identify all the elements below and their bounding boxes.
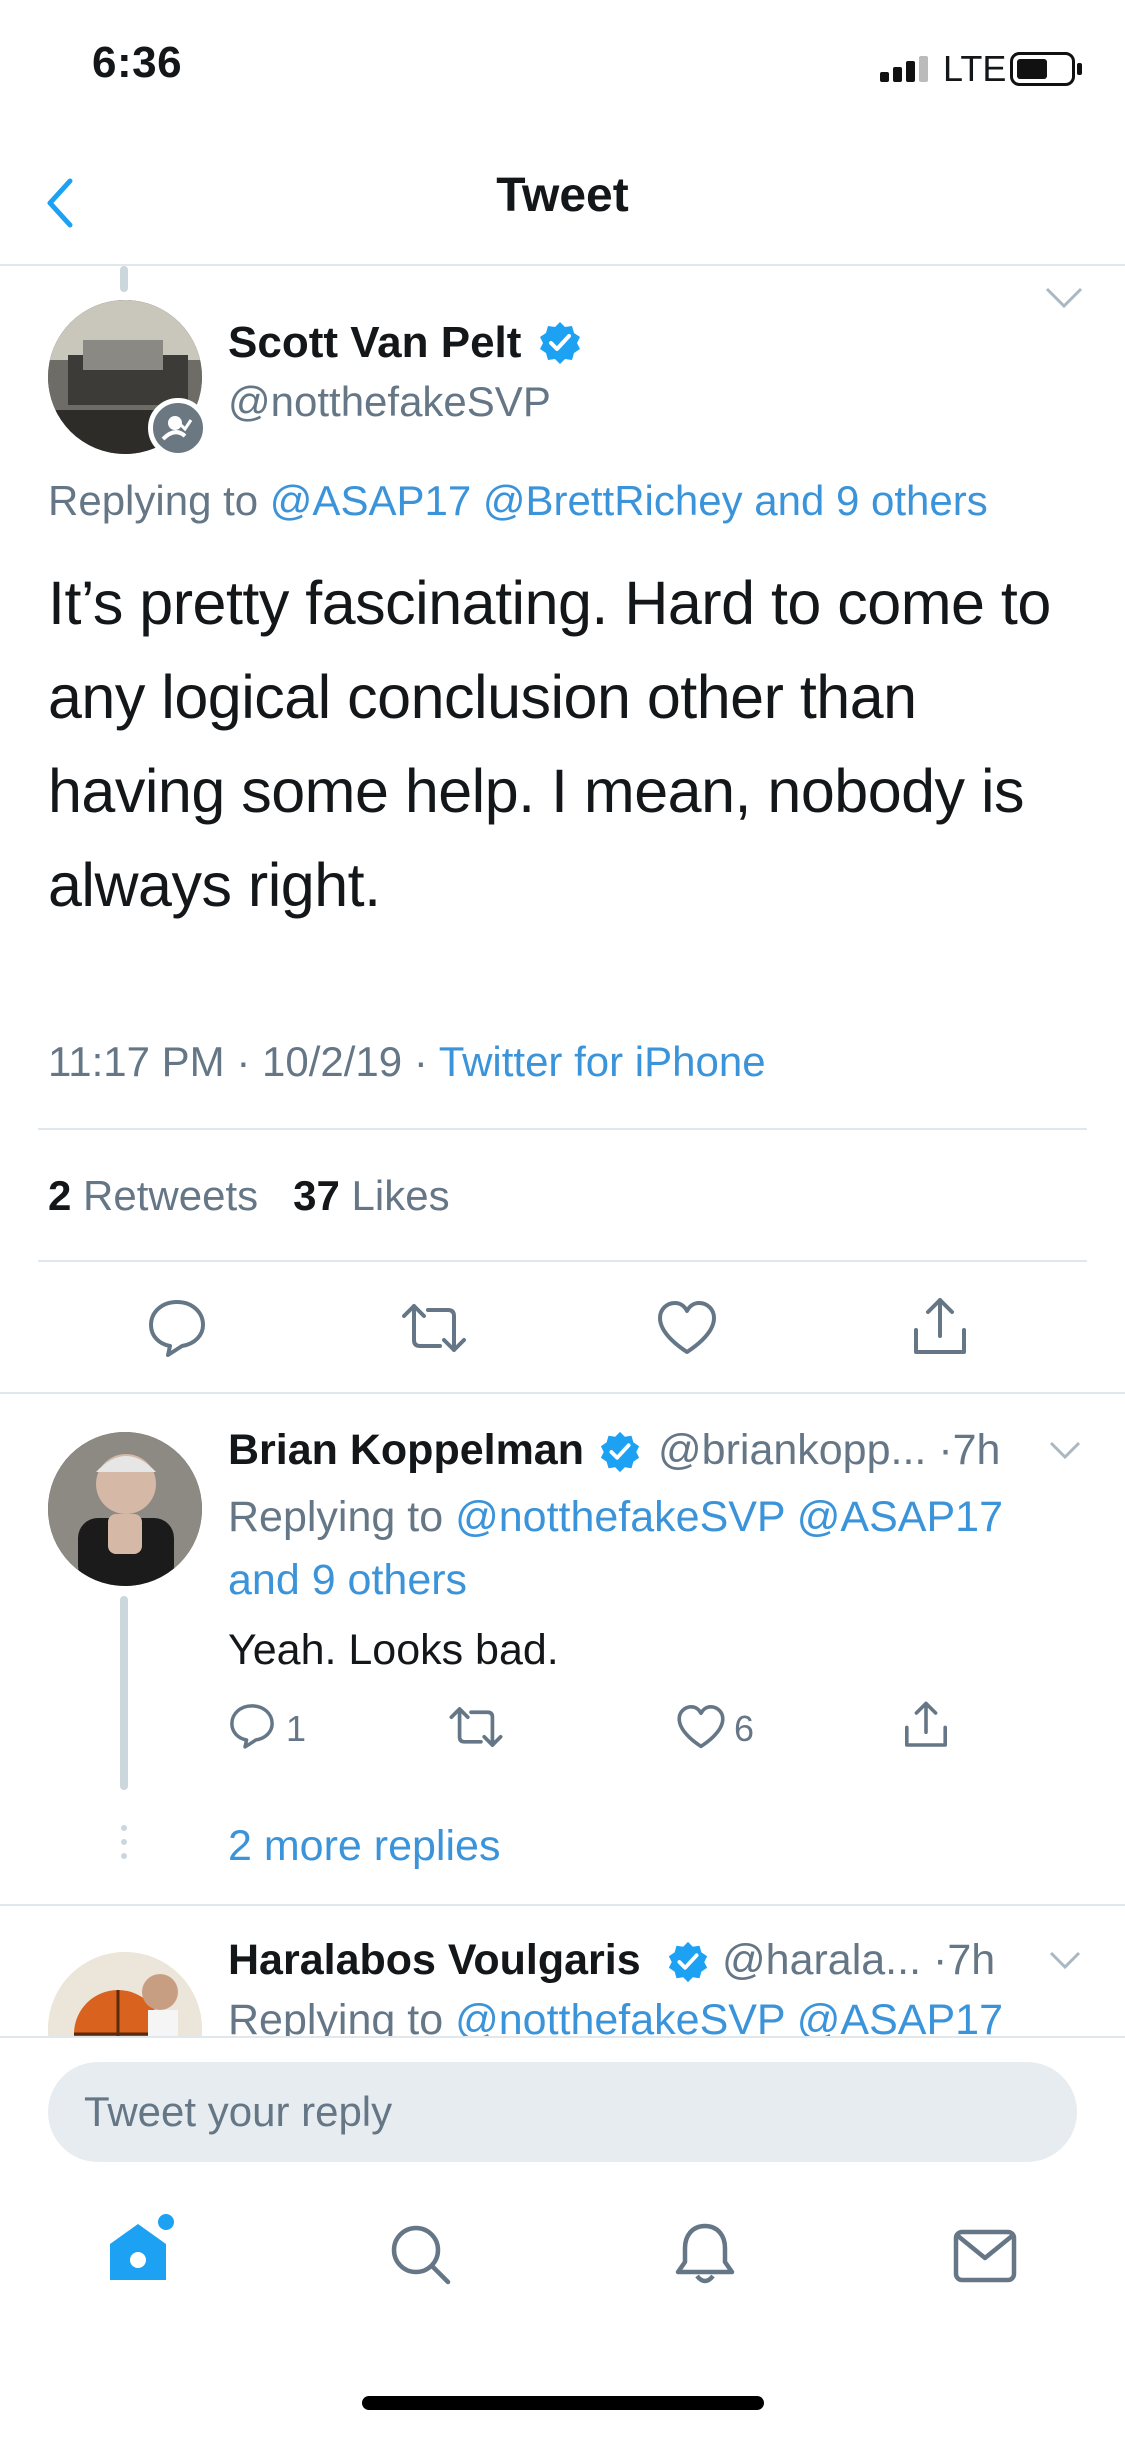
reply-author-handle[interactable]: @briankopp... xyxy=(658,1426,926,1474)
thread-connector xyxy=(120,266,128,292)
nav-divider xyxy=(0,264,1125,266)
messages-icon[interactable] xyxy=(952,2228,1018,2284)
retweet-button[interactable] xyxy=(448,1704,504,1750)
meta-separator: · xyxy=(932,1936,948,1984)
battery-icon xyxy=(1010,52,1084,86)
share-button[interactable] xyxy=(902,1700,950,1750)
author-handle[interactable]: @notthefakeSVP xyxy=(228,378,551,426)
retweet-count[interactable]: 2 xyxy=(48,1172,71,1219)
divider xyxy=(0,1392,1125,1394)
home-icon[interactable] xyxy=(104,2212,178,2284)
replying-users-link[interactable]: @ASAP17 @BrettRichey and 9 others xyxy=(270,477,988,524)
tweet-meta: 11:17 PM · 10/2/19 · Twitter for iPhone xyxy=(48,1038,766,1086)
divider xyxy=(38,1128,1087,1130)
reply-age: 7h xyxy=(947,1936,996,1984)
meta-separator: · xyxy=(938,1426,953,1474)
more-replies-link[interactable]: 2 more replies xyxy=(228,1822,500,1871)
reply-meta: @briankopp... ·7h xyxy=(658,1426,1000,1475)
replying-prefix: Replying to xyxy=(228,1493,444,1541)
engagement-counts: 2 Retweets 37 Likes xyxy=(48,1172,450,1220)
reply-age: 7h xyxy=(952,1426,1001,1474)
tweet-source-link[interactable]: Twitter for iPhone xyxy=(439,1038,766,1085)
tweet-text: It’s pretty fascinating. Hard to come to… xyxy=(48,569,1051,919)
replying-prefix: Replying to xyxy=(48,477,259,524)
verified-icon xyxy=(666,1940,710,1984)
reply-button[interactable] xyxy=(228,1702,276,1750)
verified-icon xyxy=(598,1430,642,1474)
tweet-time: 11:17 PM xyxy=(48,1038,225,1085)
author-name[interactable]: Scott Van Pelt xyxy=(228,318,521,368)
notifications-icon[interactable] xyxy=(672,2220,738,2288)
divider xyxy=(0,1904,1125,1906)
like-label[interactable]: Likes xyxy=(352,1172,450,1219)
reply-author-name[interactable]: Brian Koppelman xyxy=(228,1426,584,1475)
like-count[interactable]: 37 xyxy=(293,1172,340,1219)
chevron-down-icon[interactable] xyxy=(1048,1950,1082,1970)
reply-author-name[interactable]: Haralabos Voulgaris xyxy=(228,1936,641,1985)
thread-line xyxy=(120,1596,128,1790)
replying-to: Replying to @ASAP17 @BrettRichey and 9 o… xyxy=(48,477,988,525)
meta-separator: · xyxy=(413,1038,428,1085)
reply-button[interactable] xyxy=(146,1298,208,1358)
reply-count: 1 xyxy=(286,1708,307,1749)
account-badge-icon xyxy=(148,398,208,458)
status-time: 6:36 xyxy=(92,38,183,87)
verified-icon xyxy=(537,320,583,366)
home-indicator[interactable] xyxy=(362,2396,764,2410)
divider xyxy=(38,1260,1087,1262)
page-title: Tweet xyxy=(496,169,629,222)
signal-icon xyxy=(880,56,932,82)
reply-avatar[interactable] xyxy=(48,1432,202,1586)
retweet-button[interactable] xyxy=(400,1300,468,1356)
reply-input-placeholder[interactable]: Tweet your reply xyxy=(84,2088,392,2136)
like-button[interactable] xyxy=(676,1704,726,1750)
reply-text: Yeah. Looks bad. xyxy=(228,1626,559,1674)
share-button[interactable] xyxy=(910,1296,970,1358)
replying-to: Replying to @notthefakeSVP @ASAP17 and 9… xyxy=(228,1486,1048,1612)
search-icon[interactable] xyxy=(388,2222,454,2288)
meta-separator: · xyxy=(236,1038,251,1085)
network-label: LTE xyxy=(943,48,1007,89)
reply-meta: @harala... ·7h xyxy=(722,1936,995,1985)
retweet-label[interactable]: Retweets xyxy=(83,1172,258,1219)
like-button[interactable] xyxy=(656,1300,718,1356)
chevron-down-icon[interactable] xyxy=(1048,1440,1082,1460)
reply-author-handle[interactable]: @harala... xyxy=(722,1936,921,1984)
like-count: 6 xyxy=(734,1708,755,1749)
tweet-date: 10/2/19 xyxy=(262,1038,403,1085)
chevron-down-icon[interactable] xyxy=(1044,286,1084,310)
more-icon xyxy=(120,1822,128,1862)
